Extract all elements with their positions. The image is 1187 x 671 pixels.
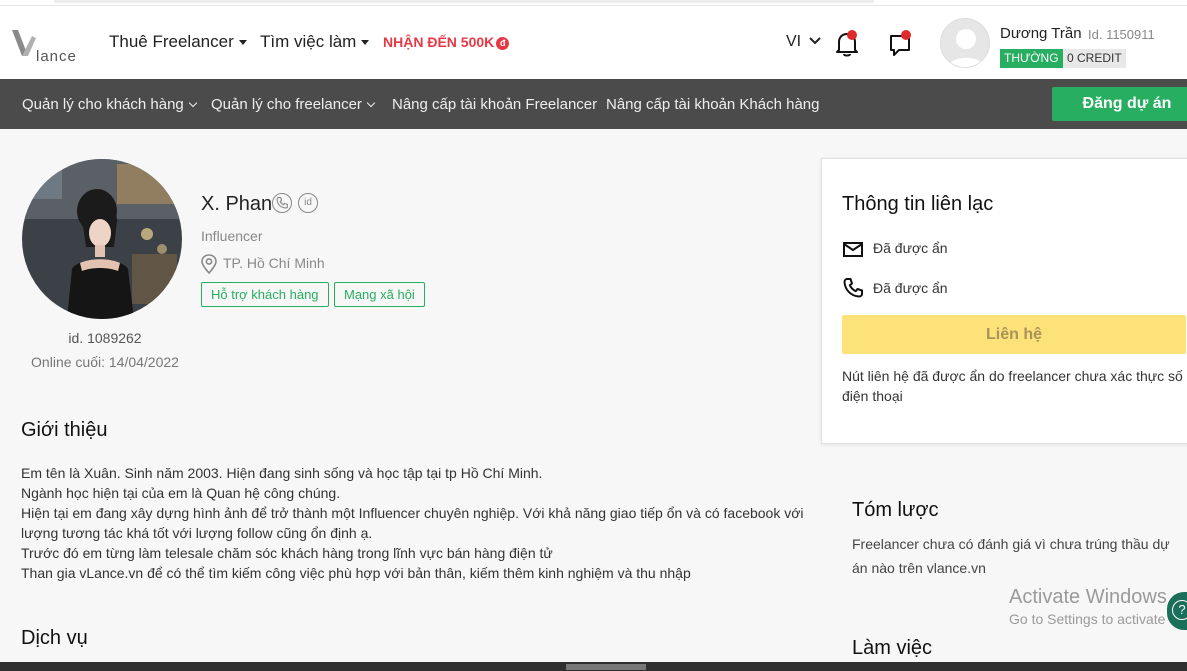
email-icon [843,242,863,257]
intro-heading: Giới thiệu [21,419,108,441]
menu-client-management-label: Quản lý cho khách hàng [22,96,184,113]
intro-line: Hiện tại em đang xây dựng hình ảnh để tr… [21,505,804,541]
notification-dot [847,30,857,40]
user-name[interactable]: Dương Trần [1000,25,1082,42]
chevron-down-icon [366,98,376,108]
caret-down-icon [361,40,370,46]
menu-upgrade-freelancer[interactable]: Nâng cấp tài khoản Freelancer [392,96,597,113]
nav-hire-freelancer[interactable]: Thuê Freelancer [109,32,247,52]
vlance-logo[interactable]: lance [10,22,80,66]
language-selector[interactable]: VI [786,33,801,51]
location-pin-icon [201,254,217,274]
user-placeholder-icon [947,29,985,67]
profile-role: Influencer [201,228,263,244]
intro-line: Than gia vLance.vn để có thể tìm kiếm cô… [21,565,691,581]
nav-find-jobs[interactable]: Tìm việc làm [260,32,370,52]
intro-line: Em tên là Xuân. Sinh năm 2003. Hiện đang… [21,465,543,481]
contact-email-hidden: Đã được ẩn [873,240,948,256]
logo-text: lance [36,48,77,65]
skill-tag[interactable]: Hỗ trợ khách hàng [201,282,329,307]
post-project-button[interactable]: Đăng dự án [1052,87,1187,121]
nav-hire-freelancer-label: Thuê Freelancer [109,32,234,51]
question-icon: ? [1172,600,1187,620]
chevron-down-icon [188,98,198,108]
phone-verified-icon [272,193,292,213]
activate-windows-subtitle: Go to Settings to activate Windows. [1009,611,1187,627]
profile-photo [22,159,182,319]
chevron-down-icon[interactable] [808,36,822,46]
contact-card-title: Thông tin liên lạc [842,193,994,215]
profile-location: TP. Hồ Chí Minh [223,255,325,271]
dong-coin-icon: đ [496,37,510,50]
promo-link[interactable]: NHẬN ĐẾN 500K đ [383,34,510,50]
user-avatar[interactable] [940,18,990,68]
intro-line: Trước đó em từng làm telesale chăm sóc k… [21,545,553,561]
id-verified-icon: id [298,193,318,213]
menu-freelancer-management-label: Quản lý cho freelancer [211,96,362,113]
intro-text: Em tên là Xuân. Sinh năm 2003. Hiện đang… [21,463,821,583]
user-id: Id. 1150911 [1088,27,1155,42]
nav-find-jobs-label: Tìm việc làm [260,32,357,51]
contact-phone-hidden: Đã được ẩn [873,280,948,296]
contact-note: Nút liên hệ đã được ẩn do freelancer chư… [842,368,1183,404]
work-heading: Làm việc [852,637,933,659]
phone-icon [843,278,863,298]
activate-windows-title: Activate Windows [1009,586,1167,608]
browser-address-bar-edge [54,0,874,3]
summary-text: Freelancer chưa có đánh giá vì chưa trún… [852,536,1170,576]
promo-label: NHẬN ĐẾN 500K [383,34,495,50]
skill-tag[interactable]: Mạng xã hội [334,282,425,307]
menu-freelancer-management[interactable]: Quản lý cho freelancer [211,96,376,113]
profile-id: id. 1089262 [68,330,142,346]
menu-upgrade-client[interactable]: Nâng cấp tài khoản Khách hàng [606,96,820,113]
site-header: lance Thuê Freelancer Tìm việc làm NHẬN … [0,6,1187,79]
horizontal-scrollbar[interactable] [0,662,1187,671]
scrollbar-thumb[interactable] [566,664,646,670]
last-online: Online cuối: 14/04/2022 [31,354,179,370]
account-tier-badge: THƯỜNG [1000,49,1063,68]
intro-line: Ngành học hiện tại của em là Quan hệ côn… [21,485,341,501]
menu-client-management[interactable]: Quản lý cho khách hàng [22,96,198,113]
contact-card: Thông tin liên lạc Đã được ẩn Đã được ẩn… [821,158,1187,444]
contact-button[interactable]: Liên hệ [842,315,1186,354]
secondary-menu-bar: Quản lý cho khách hàng Quản lý cho freel… [0,79,1187,129]
caret-down-icon [238,40,247,46]
profile-name: X. Phan [201,193,273,215]
credit-badge[interactable]: 0 CREDIT [1063,49,1126,68]
services-heading: Dịch vụ [21,627,88,649]
summary-heading: Tóm lược [852,499,939,521]
message-dot [901,30,911,40]
